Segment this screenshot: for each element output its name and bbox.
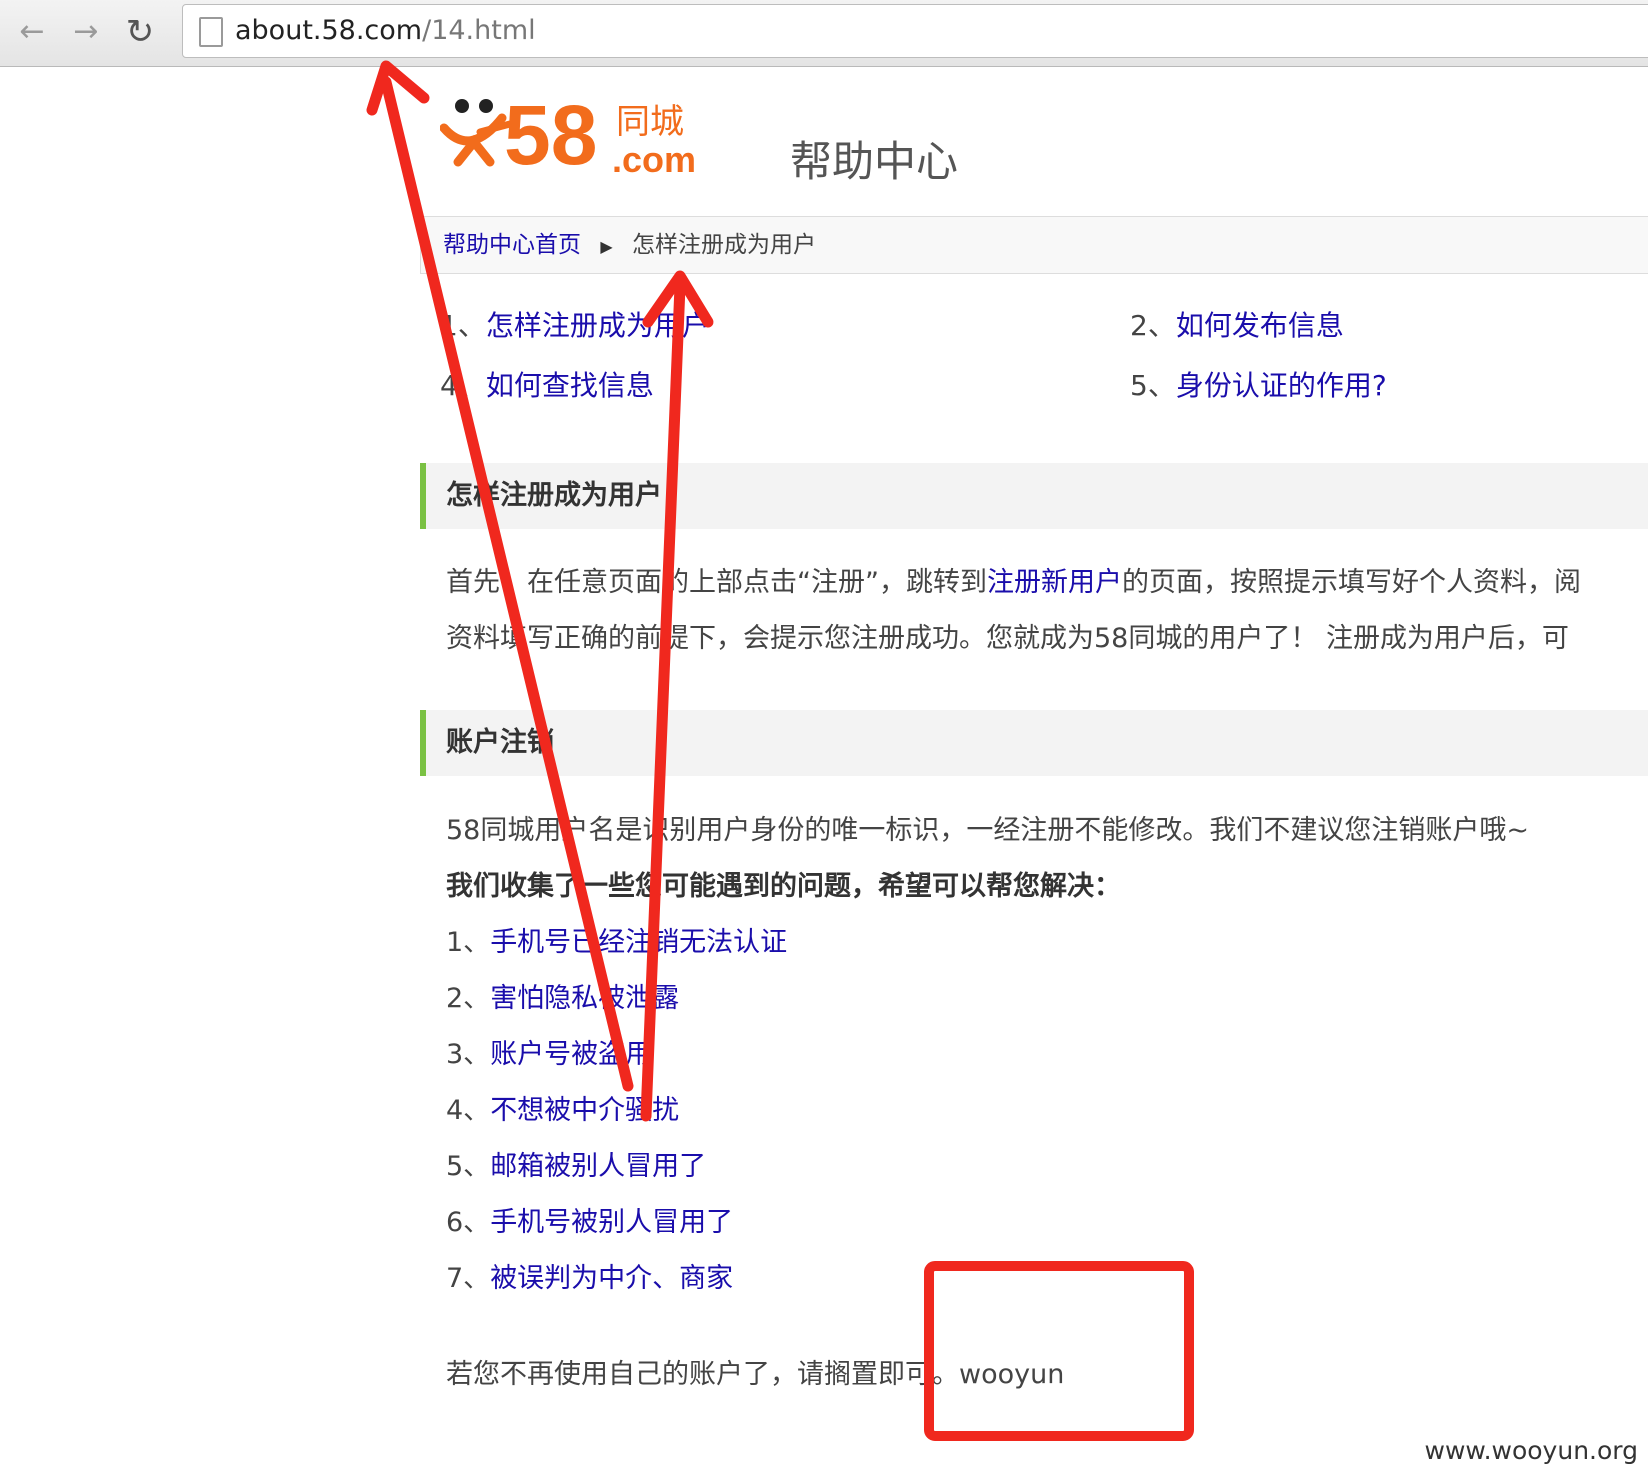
annotation-arrowhead-url — [366, 60, 430, 116]
quick-link-1[interactable]: 1、怎样注册成为用户 — [440, 304, 710, 344]
register-paragraph-line1: 首先，在任意页面的上部点击“注册”，跳转到注册新用户的页面，按照提示填写好个人资… — [446, 560, 1581, 599]
item-num: 2、 — [446, 983, 491, 1014]
url-host: about.58.com — [235, 15, 423, 46]
quick-link-label[interactable]: 身份认证的作用? — [1176, 369, 1387, 402]
item-num: 1、 — [446, 927, 491, 958]
url-path: /14.html — [422, 15, 536, 46]
quick-link-5[interactable]: 5、身份认证的作用? — [1130, 364, 1387, 404]
closing-text: 若您不再使用自己的账户了，请搁置即可。wooyun — [446, 1359, 1065, 1390]
breadcrumb-current: 怎样注册成为用户 — [631, 232, 816, 258]
site-logo[interactable]: 58 同城 .com — [439, 90, 740, 186]
breadcrumb-arrow-icon: ▶ — [600, 237, 613, 256]
quick-link-num: 2、 — [1130, 309, 1176, 342]
quick-link-4[interactable]: 4、如何查找信息 — [440, 364, 654, 404]
section-title: 账户注销 — [446, 727, 554, 758]
problem-item-2[interactable]: 2、害怕隐私被泄露 — [446, 976, 679, 1015]
annotation-highlight-box — [924, 1261, 1194, 1441]
item-link[interactable]: 被误判为中介、商家 — [490, 1263, 733, 1294]
watermark: www.wooyun.org — [1424, 1436, 1638, 1465]
item-link[interactable]: 手机号已经注销无法认证 — [490, 927, 787, 958]
quick-link-num: 1、 — [440, 309, 486, 342]
item-link[interactable]: 账户号被盗用 — [490, 1039, 652, 1070]
quick-link-label[interactable]: 如何查找信息 — [486, 369, 654, 402]
page-icon — [199, 17, 223, 47]
logo-number: 58 — [504, 88, 598, 182]
quick-link-label[interactable]: 如何发布信息 — [1176, 309, 1344, 342]
item-link[interactable]: 邮箱被别人冒用了 — [490, 1151, 706, 1182]
cancel-paragraph-line1: 58同城用户名是识别用户身份的唯一标识，一经注册不能修改。我们不建议您注销账户哦… — [446, 815, 1529, 846]
text-run: 的页面，按照提示填写好个人资料，阅 — [1121, 567, 1581, 598]
problem-item-5[interactable]: 5、邮箱被别人冒用了 — [446, 1144, 706, 1183]
logo-com: .com — [612, 139, 697, 180]
item-num: 3、 — [446, 1039, 491, 1070]
item-link[interactable]: 不想被中介骚扰 — [490, 1095, 679, 1126]
problem-item-1[interactable]: 1、手机号已经注销无法认证 — [446, 920, 787, 959]
forward-arrow-icon[interactable]: → — [66, 12, 106, 52]
logo-cn: 同城 — [616, 102, 684, 142]
reload-icon[interactable]: ↻ — [120, 12, 160, 52]
browser-toolbar: ← → ↻ about.58.com/14.html — [0, 0, 1648, 67]
problem-item-4[interactable]: 4、不想被中介骚扰 — [446, 1088, 679, 1127]
item-link[interactable]: 害怕隐私被泄露 — [490, 983, 679, 1014]
quick-link-label[interactable]: 怎样注册成为用户 — [486, 309, 710, 342]
section-heading-cancel: 账户注销 — [420, 710, 1648, 776]
cancel-paragraph-line2: 我们收集了一些您可能遇到的问题，希望可以帮您解决： — [446, 871, 1121, 902]
section-heading-register: 怎样注册成为用户 — [420, 463, 1648, 529]
item-num: 6、 — [446, 1207, 491, 1238]
section-title: 怎样注册成为用户 — [446, 480, 662, 511]
problem-item-3[interactable]: 3、账户号被盗用 — [446, 1032, 652, 1071]
back-arrow-icon[interactable]: ← — [12, 12, 52, 52]
item-num: 4、 — [446, 1095, 491, 1126]
quick-link-num: 5、 — [1130, 369, 1176, 402]
register-new-user-link[interactable]: 注册新用户 — [987, 567, 1122, 598]
breadcrumb-home-link[interactable]: 帮助中心首页 — [443, 232, 581, 258]
page-title: 帮助中心 — [790, 137, 959, 186]
problem-item-7[interactable]: 7、被误判为中介、商家 — [446, 1256, 733, 1295]
item-num: 5、 — [446, 1151, 491, 1182]
address-bar[interactable]: about.58.com/14.html — [182, 4, 1648, 58]
text-run: 首先，在任意页面的上部点击“注册”，跳转到 — [446, 567, 987, 598]
item-link[interactable]: 手机号被别人冒用了 — [490, 1207, 733, 1238]
problem-item-6[interactable]: 6、手机号被别人冒用了 — [446, 1200, 733, 1239]
breadcrumb: 帮助中心首页 ▶ 怎样注册成为用户 — [420, 216, 1648, 274]
quick-link-2[interactable]: 2、如何发布信息 — [1130, 304, 1344, 344]
url-text[interactable]: about.58.com/14.html — [235, 13, 536, 49]
quick-link-num: 4、 — [440, 369, 486, 402]
register-paragraph-line2: 资料填写正确的前提下，会提示您注册成功。您就成为58同城的用户了！ 注册成为用户… — [446, 623, 1569, 654]
item-num: 7、 — [446, 1263, 491, 1294]
